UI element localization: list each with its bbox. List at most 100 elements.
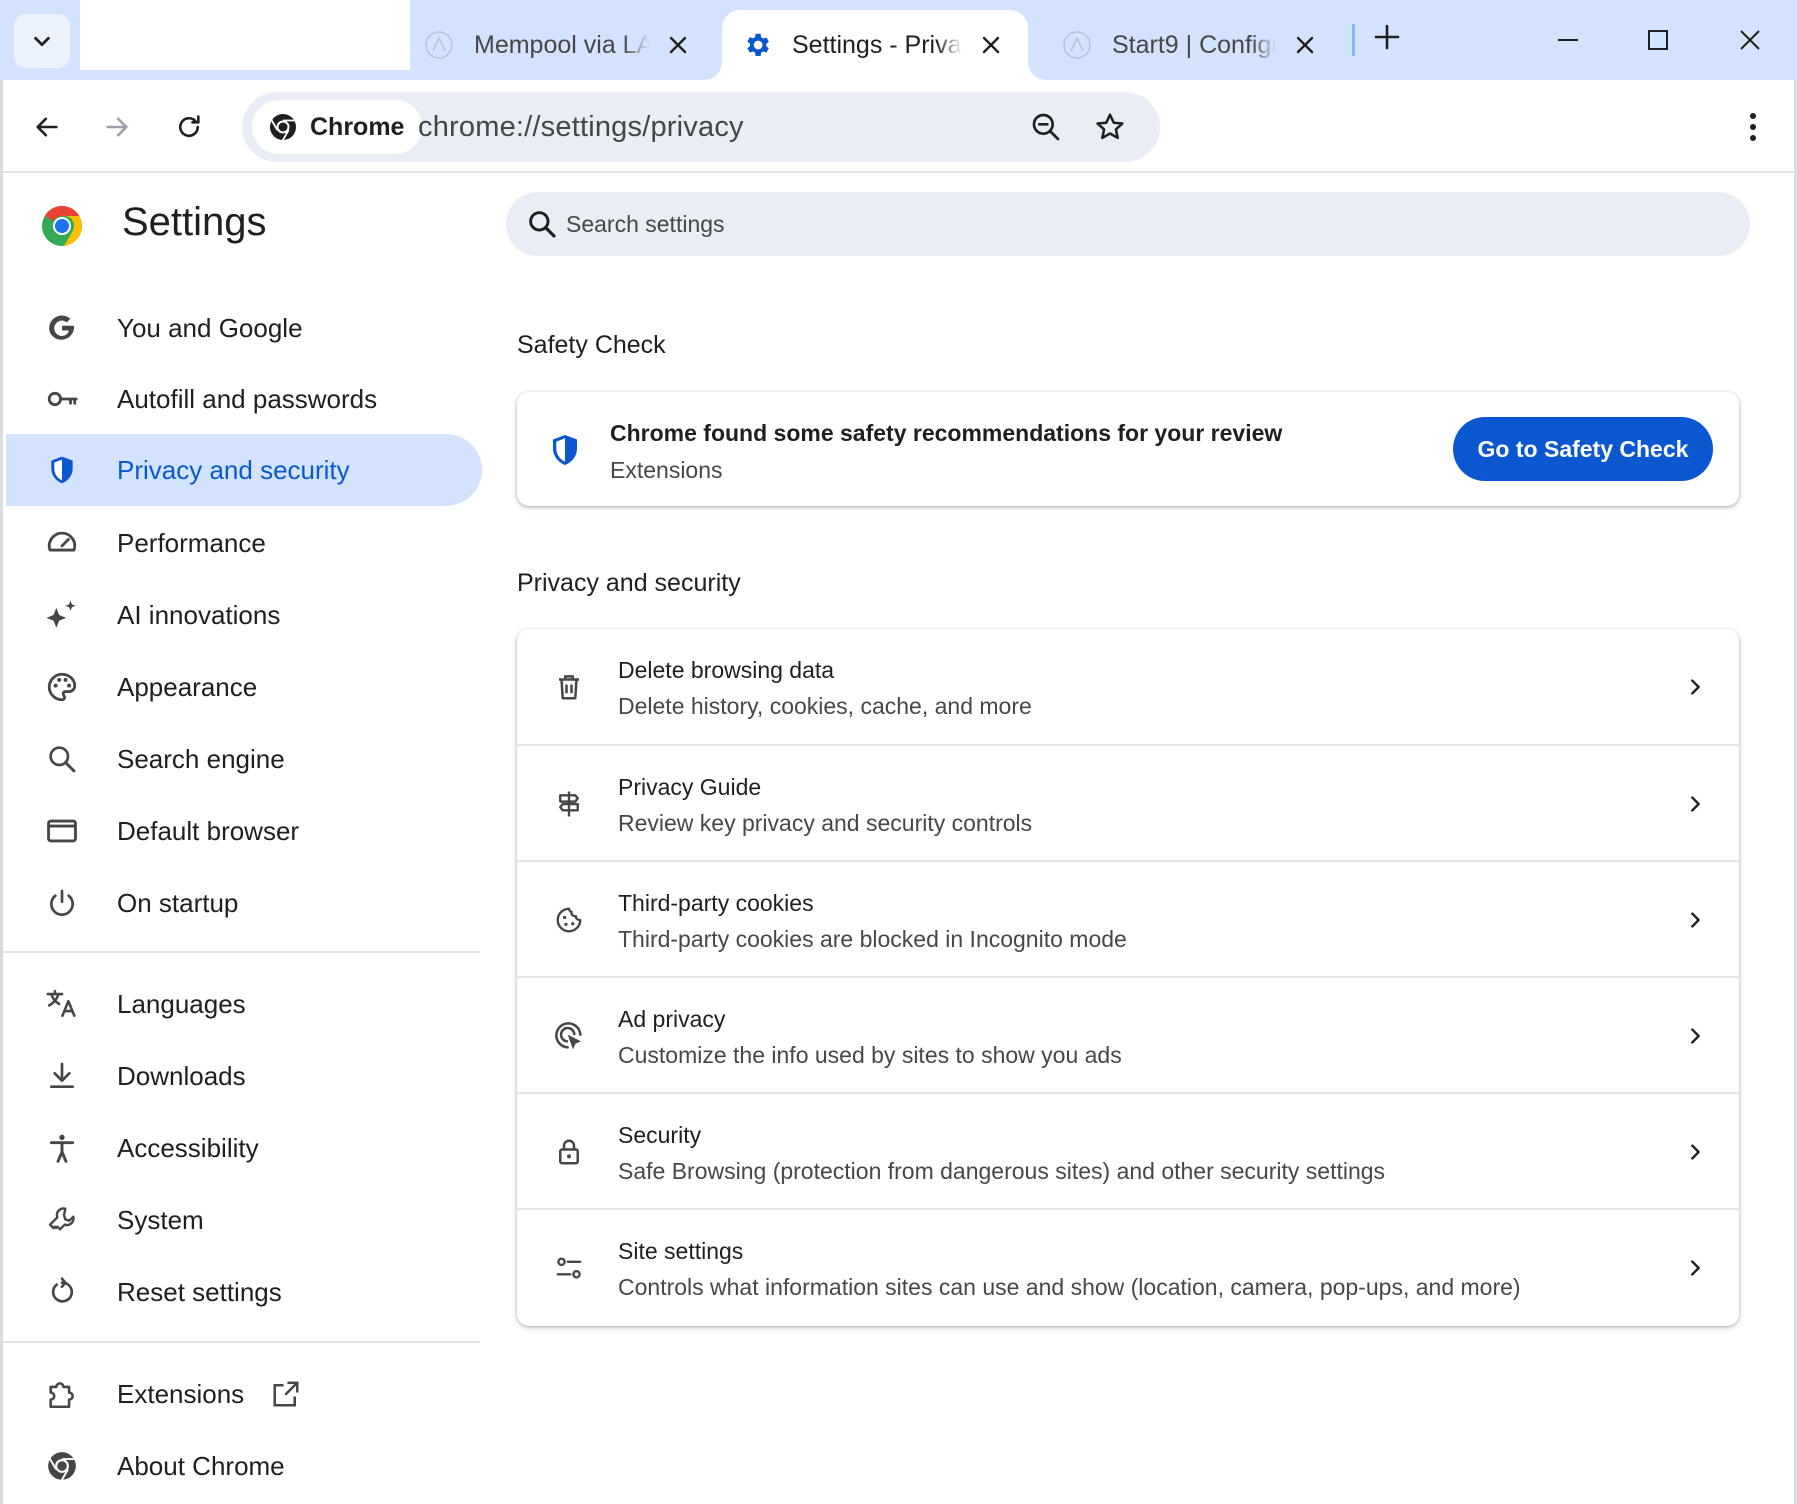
row-ad-privacy[interactable]: Ad privacy Customize the info used by si… xyxy=(517,976,1739,1092)
sidebar-item-search-engine[interactable]: Search engine xyxy=(0,723,478,795)
chrome-menu-button[interactable] xyxy=(1730,104,1776,150)
row-delete-browsing-data[interactable]: Delete browsing data Delete history, coo… xyxy=(517,629,1739,745)
chevron-right-icon xyxy=(1677,1134,1713,1170)
chip-label: Chrome xyxy=(310,112,405,141)
minimize-button[interactable] xyxy=(1538,14,1598,66)
tab-settings[interactable]: Settings - Privacy and security xyxy=(722,10,1028,80)
sidebar-item-label: Autofill and passwords xyxy=(117,383,378,414)
sidebar-item-label: Accessibility xyxy=(117,1132,259,1163)
omnibox[interactable]: Chrome chrome://settings/privacy xyxy=(242,92,1160,162)
close-icon[interactable] xyxy=(1288,28,1322,62)
puzzle-icon xyxy=(44,1376,80,1412)
sidebar-item-on-startup[interactable]: On startup xyxy=(0,867,478,939)
plus-icon xyxy=(1374,24,1400,50)
sidebar-item-autofill[interactable]: Autofill and passwords xyxy=(0,363,478,435)
sidebar-item-about-chrome[interactable]: About Chrome xyxy=(0,1430,478,1502)
search-icon xyxy=(529,211,556,238)
sidebar-item-privacy-and-security[interactable]: Privacy and security xyxy=(6,434,482,506)
trash-icon xyxy=(551,669,587,705)
go-to-safety-check-button[interactable]: Go to Safety Check xyxy=(1453,417,1713,481)
sidebar-item-label: Reset settings xyxy=(117,1276,282,1307)
close-icon[interactable] xyxy=(974,28,1008,62)
maximize-button[interactable] xyxy=(1628,14,1688,66)
url-text[interactable]: chrome://settings/privacy xyxy=(418,92,744,162)
settings-title: Settings xyxy=(122,200,267,244)
wrench-icon xyxy=(44,1202,80,1238)
window-close-button[interactable] xyxy=(1720,14,1780,66)
site-info-chip[interactable]: Chrome xyxy=(252,100,423,154)
reset-icon xyxy=(44,1274,80,1310)
chevron-right-icon xyxy=(1677,669,1713,705)
tab-start9[interactable]: Start9 | Configure xyxy=(1042,10,1342,80)
row-title: Ad privacy xyxy=(618,1006,726,1032)
open-in-new-icon xyxy=(270,1378,302,1410)
chevron-right-icon xyxy=(1677,1018,1713,1054)
maximize-icon xyxy=(1648,30,1668,50)
browser-window-icon xyxy=(44,813,80,849)
safety-check-title: Chrome found some safety recommendations… xyxy=(610,420,1283,446)
tab-title: Start9 | Configure xyxy=(1112,30,1276,59)
sidebar-item-languages[interactable]: Languages xyxy=(0,968,478,1040)
sidebar-item-label: Performance xyxy=(117,527,266,558)
sidebar-item-reset-settings[interactable]: Reset settings xyxy=(0,1256,478,1328)
tab-title: Settings - Privacy and security xyxy=(792,30,962,59)
forward-button[interactable] xyxy=(94,104,140,150)
row-subtitle: Review key privacy and security controls xyxy=(618,810,1033,836)
row-title: Delete browsing data xyxy=(618,657,835,683)
sidebar-item-performance[interactable]: Performance xyxy=(0,507,478,579)
sidebar-divider xyxy=(0,951,480,953)
arrow-left-icon xyxy=(36,117,58,137)
sidebar-item-accessibility[interactable]: Accessibility xyxy=(0,1112,478,1184)
sidebar-item-downloads[interactable]: Downloads xyxy=(0,1040,478,1112)
chrome-logo-icon xyxy=(42,206,82,246)
safety-check-heading: Safety Check xyxy=(517,331,666,359)
privacy-card: Delete browsing data Delete history, coo… xyxy=(517,629,1739,1326)
window-border-left xyxy=(0,80,3,1504)
sidebar-item-extensions[interactable]: Extensions xyxy=(0,1358,478,1430)
chevron-right-icon xyxy=(1677,786,1713,822)
row-site-settings[interactable]: Site settings Controls what information … xyxy=(517,1208,1739,1324)
row-third-party-cookies[interactable]: Third-party cookies Third-party cookies … xyxy=(517,860,1739,976)
new-tab-button[interactable] xyxy=(1366,16,1408,58)
tab-search-button[interactable] xyxy=(14,14,70,68)
row-subtitle: Third-party cookies are blocked in Incog… xyxy=(618,926,1127,952)
sidebar-item-ai-innovations[interactable]: AI innovations xyxy=(0,579,478,651)
back-button[interactable] xyxy=(24,104,70,150)
row-subtitle: Controls what information sites can use … xyxy=(618,1274,1521,1300)
reload-button[interactable] xyxy=(166,104,212,150)
reload-icon xyxy=(179,115,200,138)
row-privacy-guide[interactable]: Privacy Guide Review key privacy and sec… xyxy=(517,744,1739,860)
row-security[interactable]: Security Safe Browsing (protection from … xyxy=(517,1092,1739,1208)
search-settings-input[interactable]: Search settings xyxy=(506,192,1750,256)
star-icon xyxy=(1096,113,1124,140)
sidebar-item-you-and-google[interactable]: You and Google xyxy=(0,292,478,364)
accessibility-icon xyxy=(44,1130,80,1166)
row-subtitle: Safe Browsing (protection from dangerous… xyxy=(618,1158,1386,1184)
row-subtitle: Customize the info used by sites to show… xyxy=(618,1042,1122,1068)
chrome-icon xyxy=(270,114,296,142)
chevron-right-icon xyxy=(1677,1250,1713,1286)
sidebar-item-label: You and Google xyxy=(117,312,303,343)
sidebar-item-label: Appearance xyxy=(117,671,258,702)
zoom-button[interactable] xyxy=(1028,109,1064,145)
tab-mempool[interactable]: Mempool via LAN xyxy=(404,10,724,80)
sidebar-item-system[interactable]: System xyxy=(0,1184,478,1256)
tab-blank-area xyxy=(80,0,410,70)
search-icon xyxy=(44,741,80,777)
tab-title: Mempool via LAN xyxy=(474,30,649,59)
sidebar-item-default-browser[interactable]: Default browser xyxy=(0,795,478,867)
gear-icon xyxy=(742,30,772,60)
minimize-icon xyxy=(1558,39,1578,41)
bookmark-button[interactable] xyxy=(1092,109,1128,145)
sidebar-item-label: Extensions xyxy=(117,1378,245,1409)
more-vert-icon xyxy=(1750,113,1756,141)
close-icon[interactable] xyxy=(661,28,695,62)
sidebar-item-label: Downloads xyxy=(117,1060,246,1091)
sidebar-item-label: Languages xyxy=(117,988,246,1019)
search-placeholder: Search settings xyxy=(566,211,725,237)
tab-separator xyxy=(1352,24,1355,56)
sidebar-item-appearance[interactable]: Appearance xyxy=(0,651,478,723)
row-title: Security xyxy=(618,1122,702,1148)
sidebar-item-label: On startup xyxy=(117,887,239,918)
palette-icon xyxy=(44,669,80,705)
